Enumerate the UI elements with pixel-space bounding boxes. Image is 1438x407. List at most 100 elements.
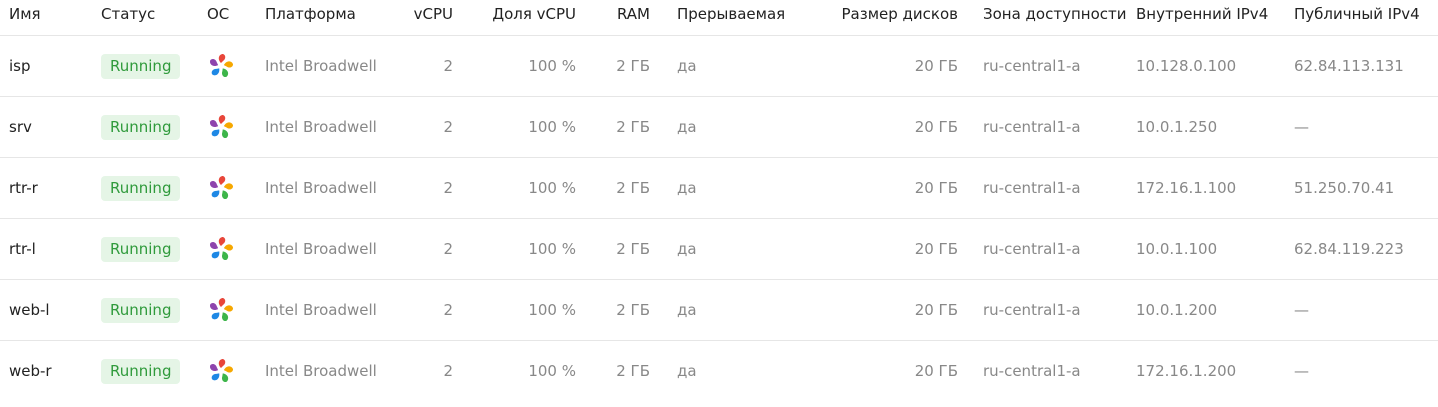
column-header-vcpu-share[interactable]: Доля vCPU <box>453 0 576 36</box>
status-cell: Running <box>101 279 207 341</box>
column-header-disk-size[interactable]: Размер дисков <box>808 0 958 36</box>
os-logo-icon <box>207 296 235 324</box>
os-cell <box>207 218 265 280</box>
os-logo-icon <box>207 357 235 385</box>
public-ipv4-cell: — <box>1294 279 1438 341</box>
table-header-row: Имя Статус ОС Платформа vCPU Доля vCPU R… <box>0 0 1438 36</box>
platform-cell: Intel Broadwell <box>265 35 401 97</box>
preemptible-cell: да <box>677 279 808 341</box>
table-row[interactable]: web-l Running Intel Broadwell 2 100 % 2 … <box>0 279 1438 341</box>
vm-name[interactable]: web-r <box>0 341 101 402</box>
vm-name[interactable]: rtr-r <box>0 157 101 219</box>
platform-cell: Intel Broadwell <box>265 218 401 280</box>
vcpu-cell: 2 <box>401 279 453 341</box>
vm-name[interactable]: rtr-l <box>0 218 101 280</box>
vm-name[interactable]: isp <box>0 35 101 97</box>
vm-name[interactable]: web-l <box>0 279 101 341</box>
os-logo-icon <box>207 174 235 202</box>
status-badge: Running <box>101 358 181 384</box>
zone-cell: ru-central1-a <box>983 279 1136 341</box>
table-row[interactable]: srv Running Intel Broadwell 2 100 % 2 ГБ… <box>0 96 1438 158</box>
public-ipv4-cell: 62.84.113.131 <box>1294 35 1438 97</box>
status-cell: Running <box>101 341 207 402</box>
platform-cell: Intel Broadwell <box>265 279 401 341</box>
status-cell: Running <box>101 157 207 219</box>
table-row[interactable]: rtr-r Running Intel Broadwell 2 100 % 2 … <box>0 157 1438 219</box>
column-header-vcpu[interactable]: vCPU <box>401 0 453 36</box>
column-header-public-ipv4[interactable]: Публичный IPv4 <box>1294 0 1438 36</box>
preemptible-cell: да <box>677 157 808 219</box>
public-ipv4-cell: 51.250.70.41 <box>1294 157 1438 219</box>
internal-ipv4-cell: 10.0.1.200 <box>1136 279 1294 341</box>
zone-cell: ru-central1-a <box>983 157 1136 219</box>
zone-cell: ru-central1-a <box>983 96 1136 158</box>
disk-size-cell: 20 ГБ <box>808 157 958 219</box>
column-header-zone[interactable]: Зона доступности <box>983 0 1136 36</box>
os-logo-icon <box>207 113 235 141</box>
vcpu-share-cell: 100 % <box>453 96 576 158</box>
spacer-cell <box>958 218 983 280</box>
internal-ipv4-cell: 10.0.1.100 <box>1136 218 1294 280</box>
status-cell: Running <box>101 218 207 280</box>
status-badge: Running <box>101 114 181 140</box>
table-row[interactable]: rtr-l Running Intel Broadwell 2 100 % 2 … <box>0 218 1438 280</box>
column-header-internal-ipv4[interactable]: Внутренний IPv4 <box>1136 0 1294 36</box>
internal-ipv4-cell: 172.16.1.200 <box>1136 362 1237 380</box>
ram-cell: 2 ГБ <box>576 96 650 158</box>
column-spacer <box>958 0 983 36</box>
os-cell <box>207 341 265 402</box>
table-row[interactable]: web-r Running Intel Broadwell 2 100 % 2 … <box>0 341 1438 402</box>
column-header-os[interactable]: ОС <box>207 0 265 36</box>
spacer-cell <box>958 157 983 219</box>
vcpu-cell: 2 <box>443 362 453 380</box>
status-cell: Running <box>101 96 207 158</box>
platform-cell: Intel Broadwell <box>265 157 401 219</box>
spacer-cell <box>650 218 677 280</box>
spacer-cell <box>958 279 983 341</box>
spacer-cell <box>650 279 677 341</box>
vcpu-share-cell: 100 % <box>453 218 576 280</box>
ram-cell: 2 ГБ <box>576 157 650 219</box>
spacer-cell <box>958 96 983 158</box>
os-cell <box>207 35 265 97</box>
vcpu-share-cell: 100 % <box>453 35 576 97</box>
column-header-preemptible[interactable]: Прерываемая <box>677 0 808 36</box>
status-badge: Running <box>101 236 181 262</box>
ram-cell: 2 ГБ <box>576 35 650 97</box>
status-badge: Running <box>101 53 181 79</box>
column-header-status[interactable]: Статус <box>101 0 207 36</box>
platform-cell: Intel Broadwell <box>265 96 401 158</box>
vm-name[interactable]: srv <box>0 96 101 158</box>
spacer-cell <box>958 341 983 402</box>
zone-cell: ru-central1-a <box>983 218 1136 280</box>
preemptible-cell: да <box>677 35 808 97</box>
column-header-name[interactable]: Имя <box>0 0 101 36</box>
internal-ipv4-cell: 10.0.1.250 <box>1136 96 1294 158</box>
status-badge: Running <box>101 175 181 201</box>
disk-size-cell: 20 ГБ <box>914 362 958 380</box>
status-cell: Running <box>101 35 207 97</box>
public-ipv4-cell: — <box>1294 362 1309 380</box>
ram-cell: 2 ГБ <box>616 362 650 380</box>
table-row[interactable]: isp Running Intel Broadwell 2 100 % 2 ГБ… <box>0 35 1438 97</box>
zone-cell: ru-central1-a <box>983 362 1081 380</box>
os-cell <box>207 96 265 158</box>
platform-cell: Intel Broadwell <box>265 362 377 380</box>
spacer-cell <box>650 341 677 402</box>
vcpu-share-cell: 100 % <box>528 362 576 380</box>
preemptible-cell: да <box>677 218 808 280</box>
vm-table: Имя Статус ОС Платформа vCPU Доля vCPU R… <box>0 0 1438 401</box>
column-header-ram[interactable]: RAM <box>576 0 650 36</box>
preemptible-cell: да <box>677 362 697 380</box>
os-cell <box>207 279 265 341</box>
status-badge: Running <box>101 297 181 323</box>
internal-ipv4-cell: 10.128.0.100 <box>1136 35 1294 97</box>
public-ipv4-cell: 62.84.119.223 <box>1294 218 1438 280</box>
vcpu-share-cell: 100 % <box>453 279 576 341</box>
vcpu-cell: 2 <box>401 35 453 97</box>
disk-size-cell: 20 ГБ <box>808 279 958 341</box>
disk-size-cell: 20 ГБ <box>808 96 958 158</box>
zone-cell: ru-central1-a <box>983 35 1136 97</box>
column-header-platform[interactable]: Платформа <box>265 0 401 36</box>
os-cell <box>207 157 265 219</box>
